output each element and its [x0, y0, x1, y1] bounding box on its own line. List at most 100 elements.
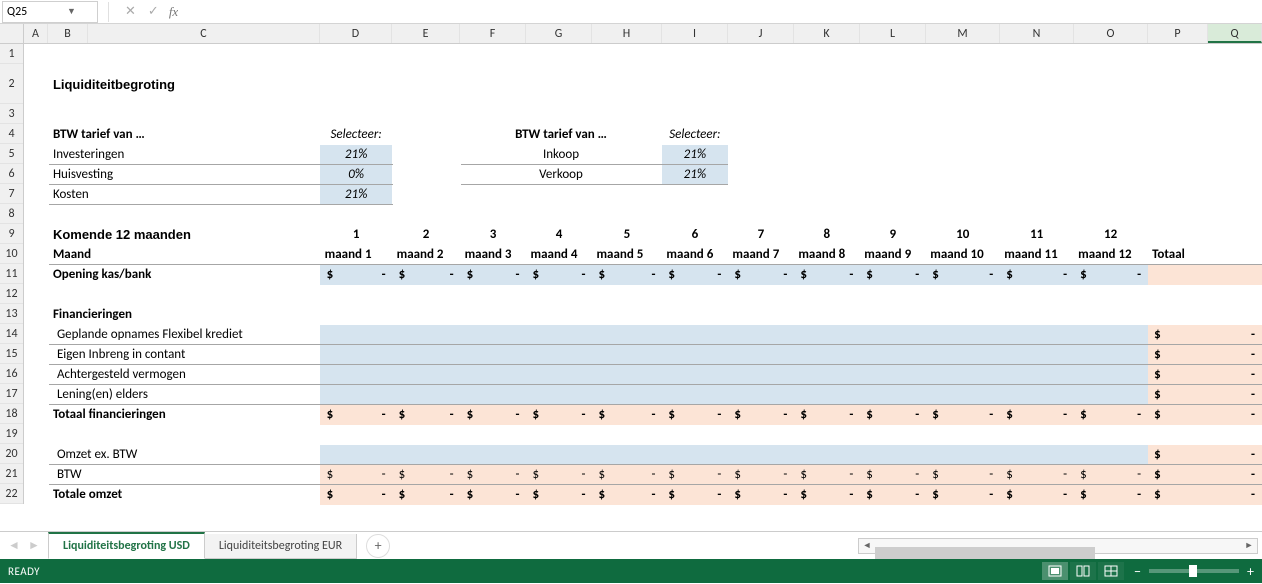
cell[interactable] [794, 345, 860, 365]
row-header-6[interactable]: 6 [0, 164, 23, 184]
cell[interactable] [392, 445, 460, 465]
money-cell[interactable]: $- [926, 465, 1000, 485]
row-header-20[interactable]: 20 [0, 444, 23, 464]
col-header-K[interactable]: K [794, 24, 860, 43]
money-cell[interactable]: $- [1000, 485, 1074, 505]
cell[interactable] [1074, 385, 1148, 405]
money-cell[interactable]: $- [1148, 385, 1262, 405]
money-cell[interactable]: $- [1148, 365, 1262, 385]
row-header-9[interactable]: 9 [0, 224, 23, 244]
cell[interactable] [392, 365, 460, 385]
row-header-1[interactable]: 1 [0, 44, 23, 64]
col-header-Q[interactable]: Q [1208, 24, 1262, 43]
cell[interactable] [592, 345, 662, 365]
cell[interactable] [728, 325, 794, 345]
money-cell[interactable]: $- [794, 405, 860, 425]
row-header-22[interactable]: 22 [0, 484, 23, 504]
btw2-row2-pct[interactable]: 21% [662, 165, 728, 185]
money-cell[interactable]: $- [662, 465, 728, 485]
money-cell[interactable]: $- [1074, 465, 1148, 485]
cell[interactable] [320, 325, 392, 345]
money-cell[interactable]: $- [320, 465, 392, 485]
hscroll-left-icon[interactable]: ◄ [859, 540, 875, 551]
cell[interactable] [662, 385, 728, 405]
row-header-11[interactable]: 11 [0, 264, 23, 284]
money-cell[interactable]: $- [392, 405, 460, 425]
money-cell[interactable]: $- [860, 265, 926, 285]
cell[interactable] [320, 345, 392, 365]
zoom-in-button[interactable]: + [1247, 563, 1254, 580]
cell[interactable] [526, 325, 592, 345]
money-cell[interactable]: $- [926, 265, 1000, 285]
money-cell[interactable]: $- [728, 465, 794, 485]
money-cell[interactable]: $- [392, 465, 460, 485]
cell[interactable] [592, 445, 662, 465]
cell[interactable] [728, 365, 794, 385]
money-cell[interactable]: $- [392, 485, 460, 505]
new-sheet-button[interactable]: + [366, 534, 390, 558]
row-header-3[interactable]: 3 [0, 104, 23, 124]
cell[interactable] [662, 365, 728, 385]
money-cell[interactable]: $- [592, 465, 662, 485]
cell[interactable] [794, 365, 860, 385]
col-header-L[interactable]: L [860, 24, 926, 43]
cell[interactable] [392, 325, 460, 345]
row-header-4[interactable]: 4 [0, 124, 23, 144]
money-cell[interactable]: $- [526, 405, 592, 425]
col-header-M[interactable]: M [926, 24, 1000, 43]
money-cell[interactable]: $- [662, 405, 728, 425]
name-box-dropdown-icon[interactable]: ▼ [50, 6, 93, 17]
row-header-5[interactable]: 5 [0, 144, 23, 164]
tab-nav-next-icon[interactable]: ► [26, 538, 42, 554]
money-cell[interactable]: $- [860, 485, 926, 505]
row-header-21[interactable]: 21 [0, 464, 23, 484]
cancel-formula-icon[interactable]: ✕ [125, 4, 136, 19]
zoom-out-button[interactable]: − [1134, 563, 1141, 580]
col-header-H[interactable]: H [592, 24, 662, 43]
select-all-triangle[interactable] [0, 24, 24, 44]
view-normal-icon[interactable] [1042, 562, 1068, 580]
col-header-I[interactable]: I [662, 24, 728, 43]
money-cell[interactable]: $- [662, 485, 728, 505]
money-cell[interactable]: $- [1148, 445, 1262, 465]
row-header-13[interactable]: 13 [0, 304, 23, 324]
money-cell[interactable]: $- [460, 465, 526, 485]
cell[interactable] [460, 385, 526, 405]
cell[interactable] [1074, 445, 1148, 465]
col-header-O[interactable]: O [1074, 24, 1148, 43]
money-cell[interactable]: $- [320, 265, 392, 285]
cell[interactable] [1000, 445, 1074, 465]
money-cell[interactable]: $- [460, 265, 526, 285]
cells-area[interactable]: Liquiditeitbegroting BTW tarief van … Se… [24, 44, 1262, 531]
money-cell[interactable]: $- [1074, 405, 1148, 425]
col-header-A[interactable]: A [24, 24, 48, 43]
cell[interactable] [860, 325, 926, 345]
tab-nav-prev-icon[interactable]: ◄ [6, 538, 22, 554]
money-cell[interactable]: $- [460, 485, 526, 505]
sheet-tab-inactive[interactable]: Liquiditeitsbegroting EUR [204, 534, 357, 559]
col-header-J[interactable]: J [728, 24, 794, 43]
money-cell[interactable]: $- [1000, 465, 1074, 485]
cell[interactable] [526, 445, 592, 465]
cell[interactable] [926, 345, 1000, 365]
cell[interactable] [662, 345, 728, 365]
hscroll-right-icon[interactable]: ► [1241, 540, 1257, 551]
row-header-16[interactable]: 16 [0, 364, 23, 384]
zoom-slider[interactable] [1149, 569, 1239, 573]
row-header-8[interactable]: 8 [0, 204, 23, 224]
money-cell[interactable]: $- [794, 465, 860, 485]
row-header-7[interactable]: 7 [0, 184, 23, 204]
accept-formula-icon[interactable]: ✓ [148, 4, 159, 19]
money-cell[interactable]: $- [794, 485, 860, 505]
cell[interactable] [860, 385, 926, 405]
cell[interactable] [526, 385, 592, 405]
money-cell[interactable]: $- [1148, 485, 1262, 505]
row-header-15[interactable]: 15 [0, 344, 23, 364]
col-header-E[interactable]: E [392, 24, 460, 43]
cell[interactable] [1074, 325, 1148, 345]
cell[interactable] [460, 445, 526, 465]
row-header-12[interactable]: 12 [0, 284, 23, 304]
money-cell[interactable]: $- [320, 405, 392, 425]
cell[interactable] [860, 445, 926, 465]
money-cell[interactable]: $- [926, 485, 1000, 505]
